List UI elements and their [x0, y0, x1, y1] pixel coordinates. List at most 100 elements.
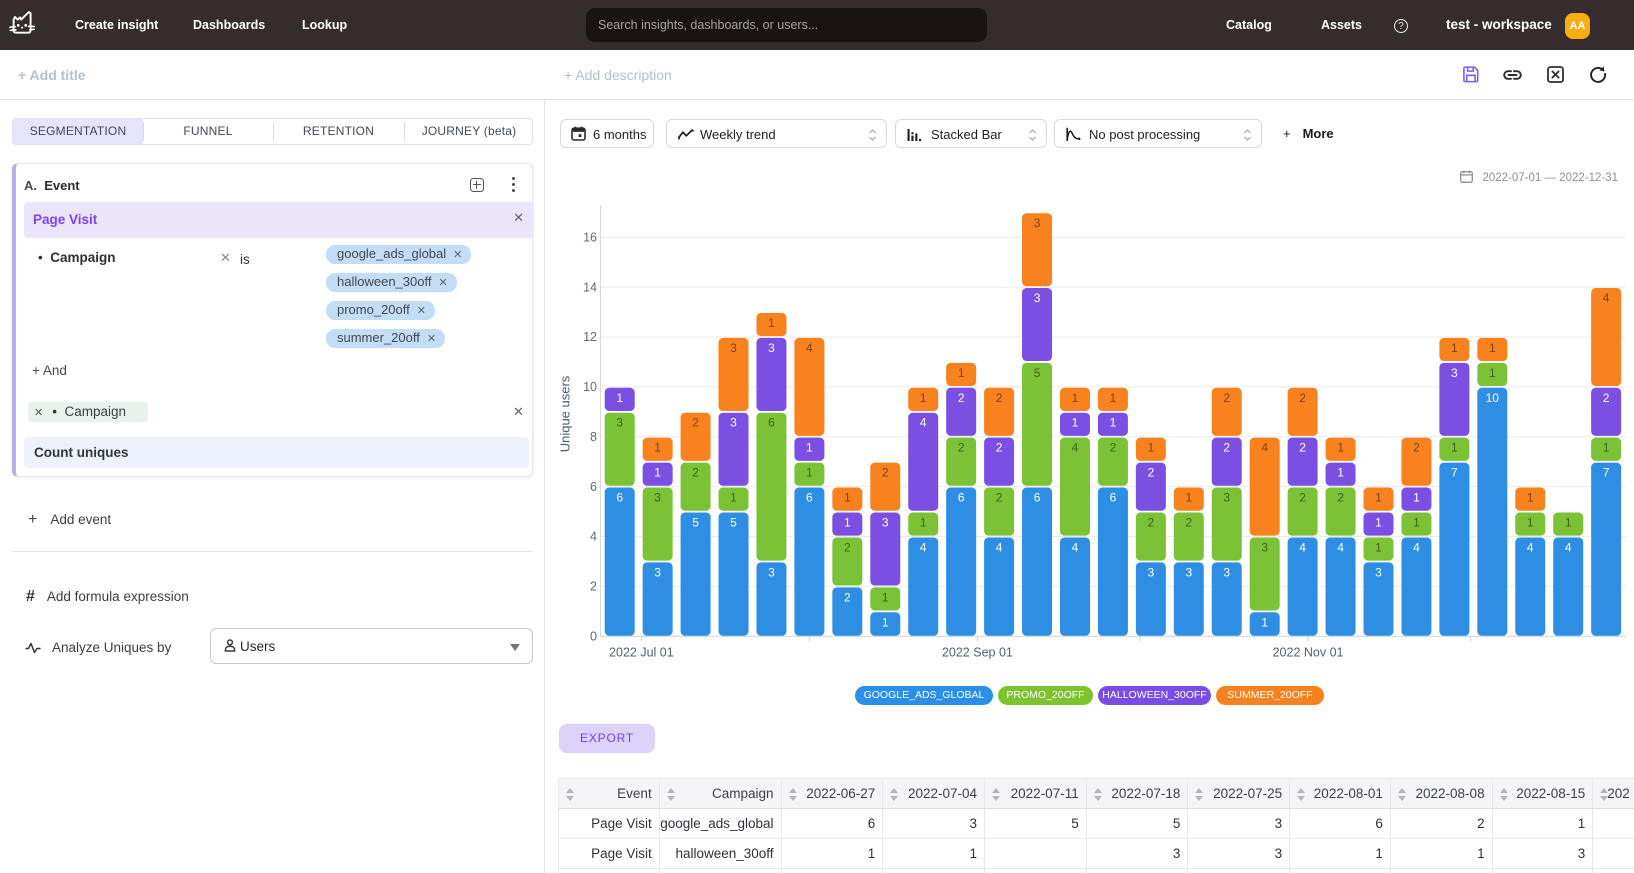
svg-text:1: 1: [616, 391, 623, 405]
svg-text:3: 3: [1034, 291, 1041, 305]
svg-text:1: 1: [920, 516, 927, 530]
svg-text:3: 3: [1223, 565, 1230, 579]
svg-text:1: 1: [1072, 416, 1079, 430]
svg-text:3: 3: [730, 416, 737, 430]
svg-text:4: 4: [1527, 540, 1534, 554]
svg-text:5: 5: [730, 516, 737, 530]
svg-text:4: 4: [1413, 540, 1420, 554]
svg-text:10: 10: [1486, 391, 1500, 405]
svg-text:4: 4: [920, 540, 927, 554]
svg-text:5: 5: [1034, 366, 1041, 380]
svg-text:1: 1: [920, 391, 927, 405]
svg-text:2: 2: [844, 540, 851, 554]
svg-text:1: 1: [1413, 491, 1420, 505]
svg-text:3: 3: [1148, 565, 1155, 579]
svg-text:1: 1: [1110, 391, 1117, 405]
svg-text:5: 5: [692, 516, 699, 530]
svg-text:1: 1: [1451, 441, 1458, 455]
svg-text:2: 2: [1148, 516, 1155, 530]
svg-text:3: 3: [654, 565, 661, 579]
svg-text:3: 3: [654, 491, 661, 505]
svg-text:4: 4: [1299, 540, 1306, 554]
svg-text:2: 2: [1299, 391, 1306, 405]
svg-text:3: 3: [768, 565, 775, 579]
svg-text:1: 1: [654, 466, 661, 480]
svg-text:2: 2: [958, 441, 965, 455]
svg-text:2: 2: [996, 491, 1003, 505]
svg-text:4: 4: [590, 530, 597, 544]
svg-text:1: 1: [1565, 516, 1572, 530]
svg-text:2022 Sep 01: 2022 Sep 01: [942, 646, 1013, 660]
svg-text:7: 7: [1603, 466, 1610, 480]
svg-text:1: 1: [1489, 366, 1496, 380]
svg-text:2: 2: [958, 391, 965, 405]
svg-text:3: 3: [1185, 565, 1192, 579]
svg-text:3: 3: [1034, 216, 1041, 230]
svg-text:1: 1: [806, 441, 813, 455]
svg-text:1: 1: [1185, 491, 1192, 505]
svg-text:3: 3: [1261, 540, 1268, 554]
svg-text:1: 1: [1110, 416, 1117, 430]
svg-text:1: 1: [882, 590, 889, 604]
svg-text:1: 1: [1375, 516, 1382, 530]
svg-text:3: 3: [1451, 366, 1458, 380]
svg-text:1: 1: [1375, 540, 1382, 554]
svg-text:16: 16: [583, 230, 597, 244]
svg-text:2: 2: [590, 580, 597, 594]
svg-text:1: 1: [1337, 466, 1344, 480]
svg-text:1: 1: [1527, 516, 1534, 530]
svg-text:1: 1: [1072, 391, 1079, 405]
svg-text:3: 3: [1375, 565, 1382, 579]
svg-text:1: 1: [1451, 341, 1458, 355]
svg-text:6: 6: [806, 491, 813, 505]
svg-text:2: 2: [1299, 441, 1306, 455]
svg-text:1: 1: [1337, 441, 1344, 455]
svg-text:1: 1: [806, 466, 813, 480]
svg-text:Unique users: Unique users: [558, 375, 573, 452]
svg-text:2022 Nov 01: 2022 Nov 01: [1273, 646, 1344, 660]
svg-text:2: 2: [1110, 441, 1117, 455]
svg-text:3: 3: [882, 516, 889, 530]
svg-text:12: 12: [583, 330, 597, 344]
svg-text:4: 4: [920, 416, 927, 430]
svg-text:1: 1: [1261, 615, 1268, 629]
svg-text:2: 2: [1223, 391, 1230, 405]
svg-text:1: 1: [768, 316, 775, 330]
svg-text:1: 1: [844, 516, 851, 530]
svg-text:1: 1: [1603, 441, 1610, 455]
svg-text:8: 8: [590, 430, 597, 444]
svg-text:6: 6: [616, 491, 623, 505]
svg-text:2022 Jul 01: 2022 Jul 01: [609, 646, 674, 660]
svg-text:1: 1: [1489, 341, 1496, 355]
svg-text:6: 6: [590, 480, 597, 494]
svg-text:3: 3: [768, 341, 775, 355]
svg-text:6: 6: [1110, 491, 1117, 505]
svg-text:0: 0: [590, 630, 597, 644]
svg-text:4: 4: [1072, 441, 1079, 455]
svg-text:2: 2: [844, 590, 851, 604]
svg-text:1: 1: [958, 366, 965, 380]
svg-text:7: 7: [1451, 466, 1458, 480]
svg-text:1: 1: [1527, 491, 1534, 505]
svg-text:6: 6: [1034, 491, 1041, 505]
svg-text:4: 4: [1261, 441, 1268, 455]
svg-text:2: 2: [1148, 466, 1155, 480]
svg-text:1: 1: [1413, 516, 1420, 530]
svg-text:2: 2: [1299, 491, 1306, 505]
svg-text:4: 4: [1603, 291, 1610, 305]
svg-text:4: 4: [1565, 540, 1572, 554]
svg-text:1: 1: [1375, 491, 1382, 505]
svg-text:1: 1: [654, 441, 661, 455]
svg-text:2: 2: [996, 441, 1003, 455]
svg-text:10: 10: [583, 380, 597, 394]
svg-text:6: 6: [768, 416, 775, 430]
svg-text:2: 2: [1603, 391, 1610, 405]
svg-text:2: 2: [996, 391, 1003, 405]
svg-text:2: 2: [1413, 441, 1420, 455]
svg-text:4: 4: [996, 540, 1003, 554]
svg-text:1: 1: [844, 491, 851, 505]
svg-text:1: 1: [882, 615, 889, 629]
svg-text:3: 3: [730, 341, 737, 355]
svg-text:1: 1: [1148, 441, 1155, 455]
svg-text:2: 2: [692, 466, 699, 480]
